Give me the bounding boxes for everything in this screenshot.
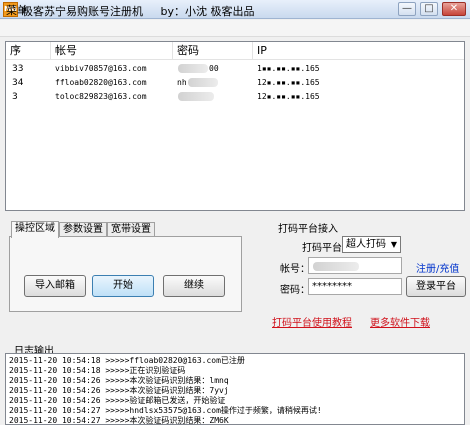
platform-select[interactable]: 超人打码 ▼: [342, 236, 401, 253]
row-password: nh: [173, 76, 253, 90]
row-password: [173, 90, 253, 104]
row-index: 33: [12, 64, 24, 74]
redaction-blur: [178, 92, 214, 101]
platform-password-field[interactable]: ********: [308, 278, 402, 295]
row-account: vibbiv70857@163.com: [55, 64, 147, 73]
log-line: 2015-11-20 10:54:26 >>>>>验证邮箱已发送，开始验证: [9, 396, 226, 405]
maximize-button[interactable]: □: [420, 2, 438, 16]
log-line: 2015-11-20 10:54:18 >>>>>ffloab02820@163…: [9, 356, 245, 365]
column-header-account[interactable]: 帐号: [51, 42, 173, 60]
redaction-blur: [313, 261, 359, 271]
more-software-link[interactable]: 更多软件下载: [370, 314, 430, 329]
row-account: toloc829823@163.com: [55, 92, 147, 101]
row-password: 00: [173, 62, 253, 76]
table-row[interactable]: 3 toloc829823@163.com 12▪.▪▪.▪▪.165: [6, 90, 464, 104]
column-header-ip[interactable]: IP: [253, 42, 464, 60]
minimize-button[interactable]: —: [398, 2, 416, 16]
menu-item-main[interactable]: 菜单: [6, 2, 28, 18]
menu-bar: [0, 20, 470, 37]
redaction-blur: [187, 78, 218, 87]
tab-control-area[interactable]: 操控区域: [11, 221, 59, 238]
close-button[interactable]: ✕: [442, 2, 466, 16]
chevron-down-icon: ▼: [390, 240, 397, 249]
register-recharge-link[interactable]: 注册/充值: [416, 260, 459, 275]
import-email-button[interactable]: 导入邮箱: [24, 275, 86, 297]
platform-tutorial-link[interactable]: 打码平台使用教程: [272, 314, 352, 329]
redaction-blur: [178, 64, 208, 73]
log-output[interactable]: 2015-11-20 10:54:18 >>>>>ffloab02820@163…: [5, 353, 465, 425]
log-line: 2015-11-20 10:54:26 >>>>>本次验证码识别结果：lmnq: [9, 376, 229, 385]
login-platform-button[interactable]: 登录平台: [406, 276, 466, 297]
platform-heading: 打码平台接入: [278, 224, 338, 235]
tab-parameter-settings[interactable]: 参数设置: [59, 222, 107, 237]
platform-account-field[interactable]: [308, 257, 402, 274]
continue-button[interactable]: 继续: [163, 275, 225, 297]
log-line: 2015-11-20 10:54:26 >>>>>本次验证码识别结果：7yvj: [9, 386, 229, 395]
row-password-start: nh: [177, 78, 187, 87]
tab-panel: [9, 236, 242, 312]
column-header-password[interactable]: 密码: [173, 42, 253, 60]
platform-select-value: 超人打码: [346, 239, 386, 250]
table-row[interactable]: 33 vibbiv70857@163.com 00 1▪▪.▪▪.▪▪.165: [6, 62, 464, 76]
row-password-end: 00: [209, 64, 219, 73]
table-row[interactable]: 34 ffloab02820@163.com nh 12▪.▪▪.▪▪.165: [6, 76, 464, 90]
column-header-index[interactable]: 序: [6, 42, 51, 60]
row-ip: 1▪▪.▪▪.▪▪.165: [257, 64, 320, 73]
row-account: ffloab02820@163.com: [55, 78, 147, 87]
row-ip: 12▪.▪▪.▪▪.165: [257, 78, 320, 87]
row-index: 34: [12, 78, 24, 88]
password-label: 密码：: [280, 285, 310, 296]
log-line: 2015-11-20 10:54:27 >>>>>hndlsx53575@163…: [9, 406, 322, 415]
row-index: 3: [12, 92, 18, 102]
log-line: 2015-11-20 10:54:18 >>>>>正在识别验证码: [9, 366, 186, 375]
start-button[interactable]: 开始: [92, 275, 154, 297]
platform-label: 打码平台: [302, 243, 342, 254]
row-ip: 12▪.▪▪.▪▪.165: [257, 92, 320, 101]
log-line: 2015-11-20 10:54:27 >>>>>本次验证码识别结果：ZM6K: [9, 416, 229, 425]
tab-broadband-settings[interactable]: 宽带设置: [107, 222, 155, 237]
account-label: 帐号：: [280, 264, 310, 275]
window-title: 极客苏宁易购账号注册机 by：小沈 极客出品: [22, 5, 255, 18]
account-table[interactable]: 序 帐号 密码 IP 33 vibbiv70857@163.com 00 1▪▪…: [5, 41, 465, 211]
